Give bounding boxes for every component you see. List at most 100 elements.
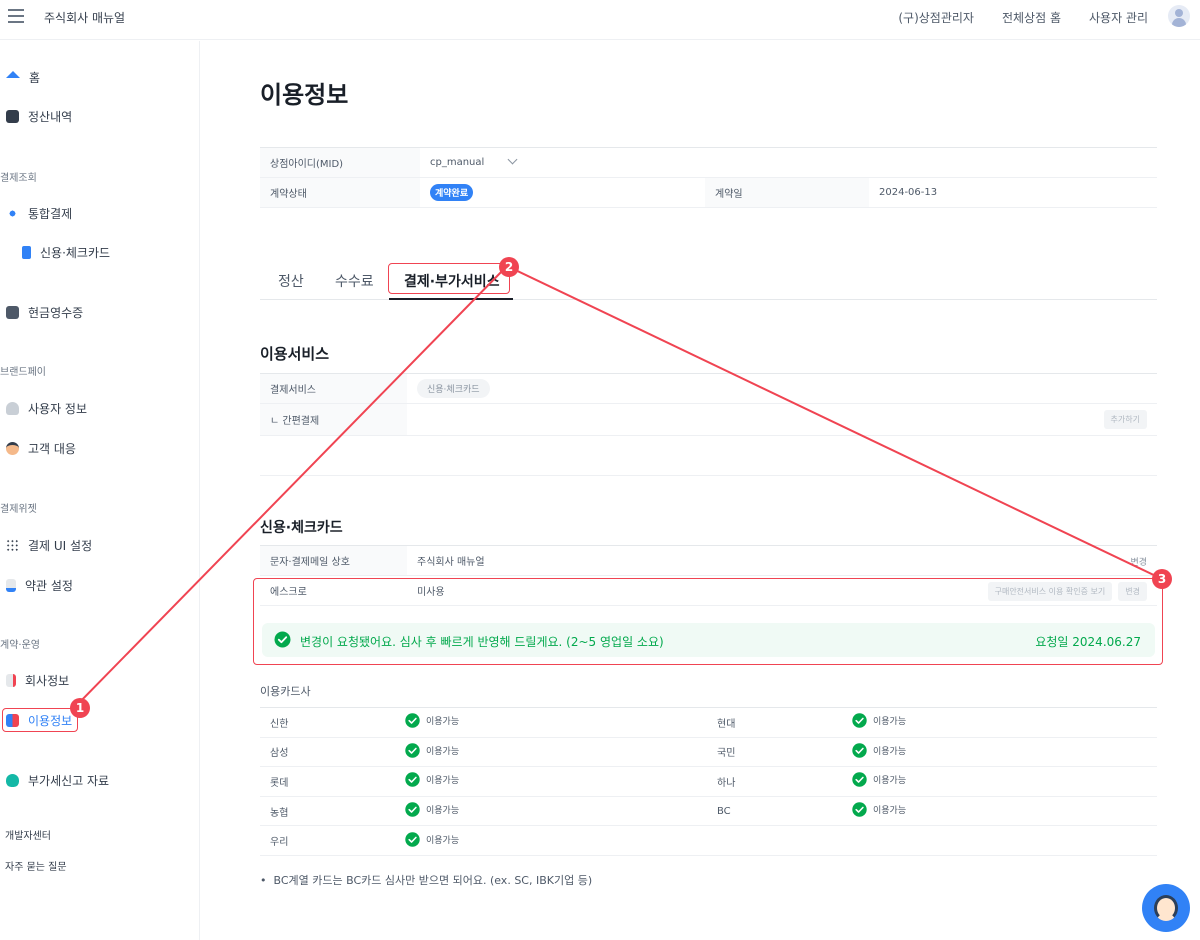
card-company-name: BC (707, 796, 842, 827)
grid-dots-icon (6, 538, 19, 552)
table-row: 문자·결제메일 상호 주식회사 매뉴얼 변경 (260, 545, 1157, 576)
card-company-name: 삼성 (260, 737, 395, 768)
receipt-icon (6, 305, 19, 319)
annotation-marker-3: 3 (1152, 569, 1172, 589)
annotation-box-2 (388, 263, 510, 294)
check-circle-icon (852, 743, 867, 758)
tab-fees[interactable]: 수수료 (335, 271, 374, 291)
check-circle-icon (405, 831, 420, 847)
page-title: 이용정보 (260, 81, 349, 109)
table-row: 우리 이용가능 (260, 825, 1157, 856)
section-contract: 계약·운영 (0, 640, 40, 651)
agent-icon (6, 441, 19, 455)
card-status: 이용가능 (405, 713, 459, 728)
mid-label: 상점아이디(MID) (260, 147, 420, 178)
empty-cell (842, 825, 1157, 856)
sidebar-item-home[interactable]: 홈 (0, 65, 40, 89)
table-row: 결제서비스 신용·체크카드 (260, 373, 1157, 404)
payment-service-label: 결제서비스 (260, 373, 407, 404)
ledger-icon (6, 109, 19, 123)
support-chat-button[interactable] (1142, 884, 1190, 932)
tab-settlement[interactable]: 정산 (278, 271, 304, 291)
sidebar-link-developer-center[interactable]: 개발자센터 (5, 827, 51, 842)
sidebar-item-terms[interactable]: 약관 설정 (0, 573, 73, 597)
section-brandpay: 브랜드페이 (0, 367, 46, 378)
sidebar-item-company-info[interactable]: 회사정보 (0, 668, 69, 692)
table-row: ㄴ 간편결제 추가하기 (260, 403, 1157, 436)
contract-date-label: 계약일 (705, 177, 869, 208)
table-row: 상점아이디(MID) cp_manual (260, 147, 1157, 178)
sparkle-icon (6, 206, 19, 220)
card-companies-title: 이용카드사 (260, 685, 311, 698)
merchant-name-change-button[interactable]: 변경 (1130, 555, 1147, 568)
card-company-name: 하나 (707, 766, 842, 797)
merchant-name-value: 주식회사 매뉴얼 (417, 557, 485, 568)
menu-icon[interactable] (8, 9, 24, 23)
top-nav-user-management[interactable]: 사용자 관리 (1089, 9, 1148, 26)
sidebar-item-cash-receipt[interactable]: 현금영수증 (0, 300, 83, 324)
sidebar-item-credit-card[interactable]: 신용·체크카드 (16, 240, 110, 264)
card-company-name: 국민 (707, 737, 842, 768)
check-circle-icon (852, 713, 867, 728)
section-widget: 결제위젯 (0, 504, 37, 515)
check-circle-icon (405, 802, 420, 817)
sidebar: 홈 정산내역 결제조회 통합결제 신용·체크카드 현금영수증 브랜드페이 사용자… (0, 41, 200, 940)
avatar[interactable] (1168, 5, 1190, 27)
sidebar-item-customer-service[interactable]: 고객 대응 (0, 436, 76, 460)
card-icon (22, 245, 31, 259)
check-circle-icon (852, 772, 867, 788)
top-nav-old-admin[interactable]: (구)상점관리자 (898, 9, 974, 26)
sidebar-item-user-info[interactable]: 사용자 정보 (0, 396, 87, 420)
card-status: 이용가능 (405, 831, 459, 847)
card-status: 이용가능 (852, 802, 906, 817)
card-company-name: 신한 (260, 707, 395, 738)
payment-service-chip: 신용·체크카드 (417, 379, 490, 398)
brand-name[interactable]: 주식회사 매뉴얼 (44, 9, 125, 26)
card-companies-table: 신한 이용가능 현대 이용가능 삼성 이용가능 국민 이용가능 롯데 이용가능 하나 이용가능 농협 이용… (260, 707, 1157, 856)
sidebar-item-integrated-payment[interactable]: 통합결제 (0, 201, 72, 225)
check-circle-icon (852, 802, 867, 817)
annotation-marker-1: 1 (70, 698, 90, 718)
sidebar-item-settlement[interactable]: 정산내역 (0, 104, 72, 128)
building-icon (6, 673, 16, 687)
table-row: 신한 이용가능 현대 이용가능 (260, 707, 1157, 738)
table-row: 삼성 이용가능 국민 이용가능 (260, 737, 1157, 768)
mid-select[interactable]: cp_manual (420, 147, 1157, 178)
card-company-name: 롯데 (260, 766, 395, 797)
tab-underline (389, 298, 513, 300)
table-row: 계약상태 계약완료 계약일 2024-06-13 (260, 177, 1157, 208)
add-easy-pay-button[interactable]: 추가하기 (1103, 410, 1147, 429)
card-status: 이용가능 (405, 743, 459, 758)
contract-status-label: 계약상태 (260, 177, 420, 208)
table-row: 농협 이용가능 BC 이용가능 (260, 796, 1157, 827)
annotation-marker-2: 2 (499, 257, 519, 277)
merchant-info-table: 상점아이디(MID) cp_manual 계약상태 계약완료 계약일 2024-… (260, 147, 1157, 208)
card-status: 이용가능 (852, 713, 906, 728)
top-nav-all-stores[interactable]: 전체상점 홈 (1002, 9, 1061, 26)
service-section-title: 이용서비스 (260, 345, 330, 363)
check-circle-icon (405, 713, 420, 728)
merchant-name-label: 문자·결제메일 상호 (260, 545, 407, 576)
home-icon (6, 70, 20, 78)
card-company-name: 농협 (260, 796, 395, 827)
annotation-box-3 (253, 578, 1163, 665)
empty-cell (707, 825, 842, 856)
sidebar-item-vat-data[interactable]: 부가세신고 자료 (0, 768, 109, 792)
card-status: 이용가능 (852, 743, 906, 758)
main-content: 이용정보 상점아이디(MID) cp_manual 계약상태 계약완료 계약일 … (200, 41, 1200, 940)
annotation-box-1 (2, 708, 78, 732)
card-company-name: 현대 (707, 707, 842, 738)
sidebar-link-faq[interactable]: 자주 묻는 질문 (5, 858, 67, 873)
contract-status-badge: 계약완료 (430, 184, 474, 201)
user-check-icon (6, 401, 19, 415)
easy-pay-label: ㄴ 간편결제 (260, 403, 407, 436)
chevron-down-icon (508, 154, 518, 165)
card-status: 이용가능 (852, 772, 906, 788)
card-company-name: 우리 (260, 825, 395, 856)
card-section-title: 신용·체크카드 (260, 520, 343, 536)
top-nav: (구)상점관리자 전체상점 홈 사용자 관리 (898, 9, 1148, 26)
sidebar-item-widget-ui[interactable]: 결제 UI 설정 (0, 533, 92, 557)
service-table: 결제서비스 신용·체크카드 ㄴ 간편결제 추가하기 (260, 373, 1157, 436)
mid-value: cp_manual (430, 157, 485, 168)
card-status: 이용가능 (405, 802, 459, 817)
